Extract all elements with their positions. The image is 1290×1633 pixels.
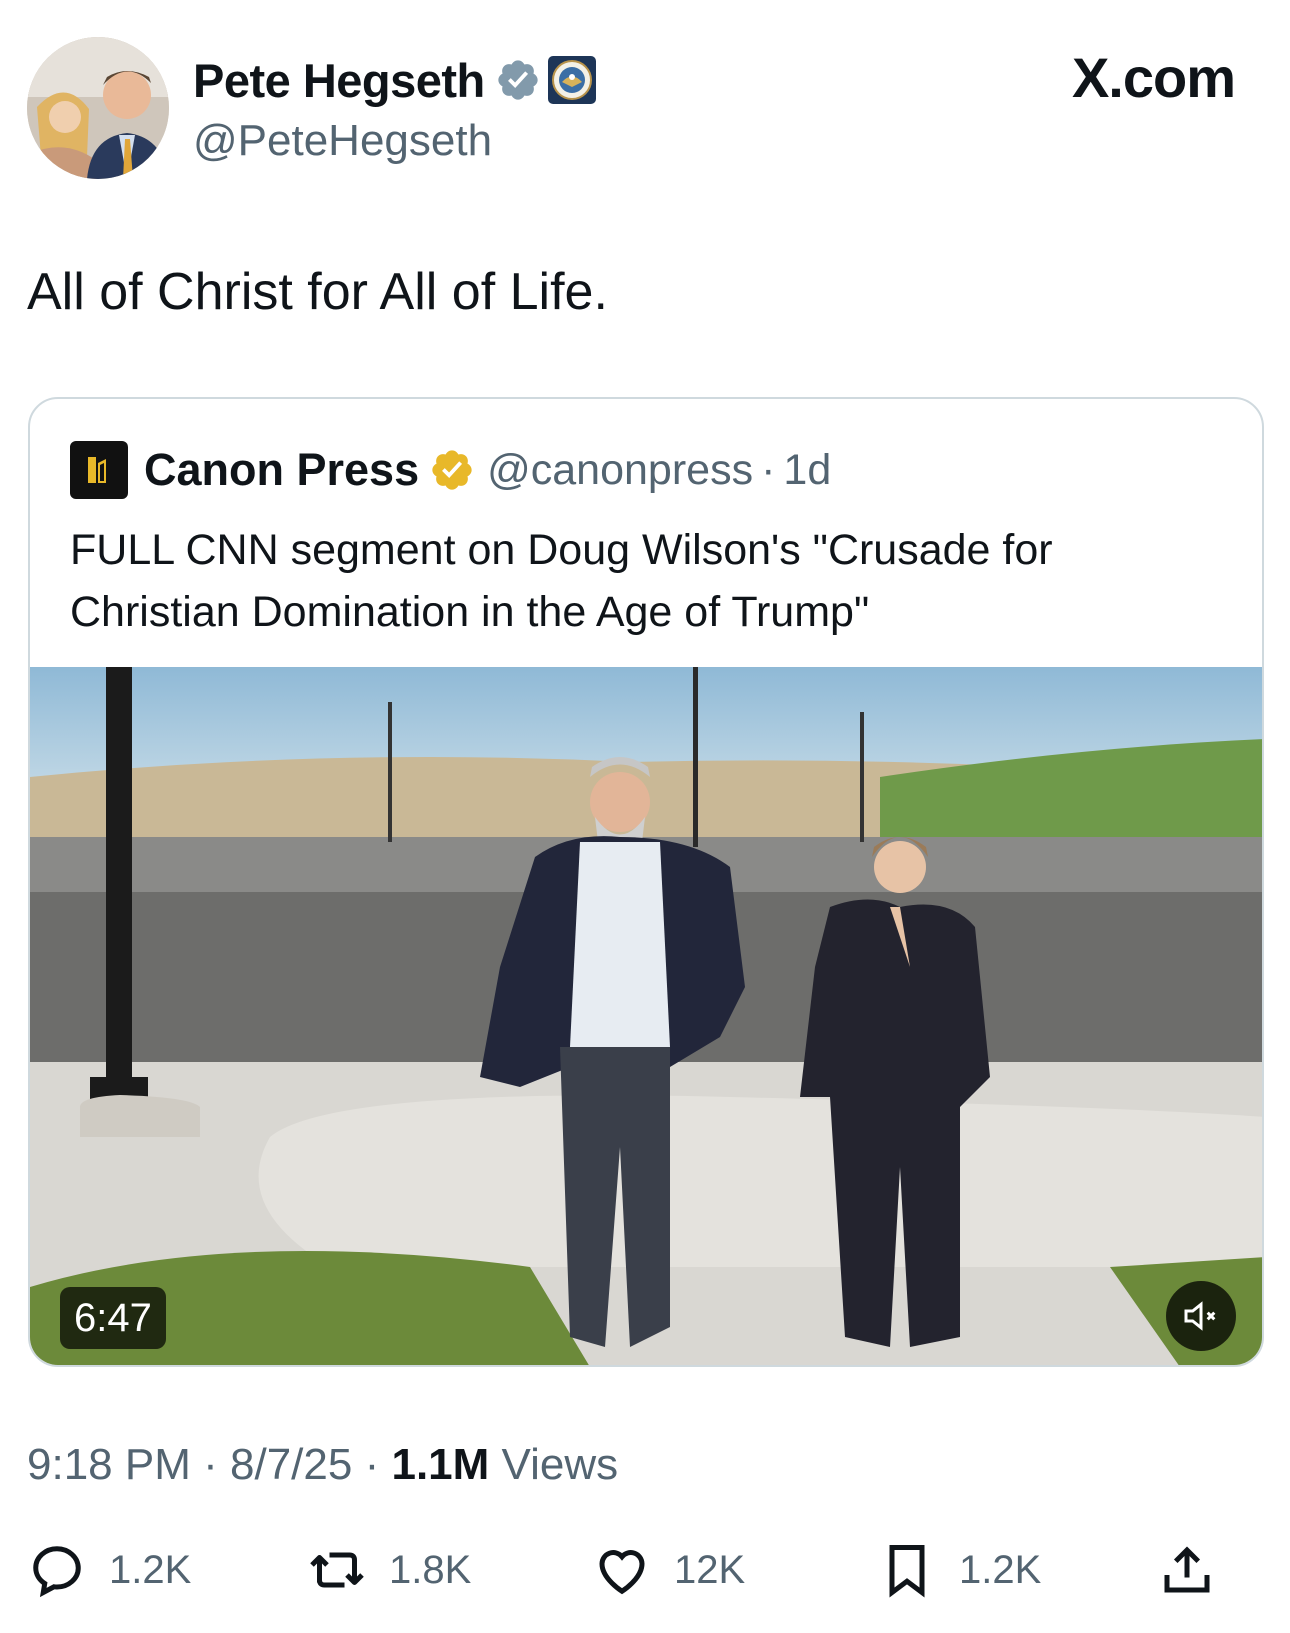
quoted-author-handle[interactable]: @canonpress [487,446,753,495]
bookmark-count: 1.2K [959,1547,1042,1592]
quoted-tweet-text: FULL CNN segment on Doug Wilson's "Crusa… [70,526,1053,636]
repost-icon [310,1552,364,1588]
avatar-photo [27,37,169,179]
xcom-wordmark: X.com [1071,46,1236,109]
quoted-timestamp[interactable]: 1d [783,446,831,495]
views-count: 1.1M [391,1440,490,1489]
canon-press-mark [88,457,106,483]
bookmark-icon [889,1545,925,1598]
canon-press-logo-icon[interactable] [70,441,128,499]
share-icon [1164,1546,1210,1593]
quoted-tweet-header: Canon Press @canonpress · 1d [70,441,831,499]
like-count: 12K [674,1547,746,1592]
heart-icon [599,1550,645,1595]
video-duration-badge: 6:47 [60,1287,166,1349]
reply-icon [33,1546,81,1598]
author-name[interactable]: Pete Hegseth [193,53,485,108]
author-handle[interactable]: @PeteHegseth [193,116,597,166]
views-label: Views [501,1440,619,1489]
author-block: Pete Hegseth @PeteHegseth [193,50,597,166]
gold-verified-badge-icon[interactable] [429,447,475,493]
tweet-date[interactable]: 8/7/25 [230,1440,352,1489]
speaker-muted-icon[interactable] [1166,1281,1236,1351]
repost-button[interactable]: 1.8K [307,1535,471,1605]
dod-seal-icon[interactable] [547,55,597,105]
tweet-text: All of Christ for All of Life. [27,263,608,321]
reply-button[interactable]: 1.2K [27,1535,191,1605]
reply-count: 1.2K [109,1547,192,1592]
mute-glyph [1184,1301,1216,1331]
verified-badge-icon[interactable] [495,57,541,103]
author-name-row: Pete Hegseth [193,50,597,110]
quoted-tweet-card[interactable]: Canon Press @canonpress · 1d FULL CNN se… [28,397,1264,1367]
tweet-actions: 1.2K 1.8K 12K 1.2K [27,1535,1263,1605]
author-avatar[interactable] [27,37,169,179]
like-button[interactable]: 12K [592,1535,745,1605]
quoted-author-name[interactable]: Canon Press [144,444,419,496]
share-button[interactable] [1157,1535,1217,1605]
meta-separator: · [203,1440,218,1489]
bookmark-button[interactable]: 1.2K [877,1535,1041,1605]
video-frame [30,667,1262,1365]
meta-separator: · [364,1440,380,1489]
tweet-time[interactable]: 9:18 PM [27,1440,191,1489]
repost-count: 1.8K [389,1547,472,1592]
video-player[interactable]: 6:47 [30,667,1262,1365]
quoted-separator: · [761,445,776,494]
tweet-meta: 9:18 PM · 8/7/25 · 1.1M Views [27,1440,618,1490]
